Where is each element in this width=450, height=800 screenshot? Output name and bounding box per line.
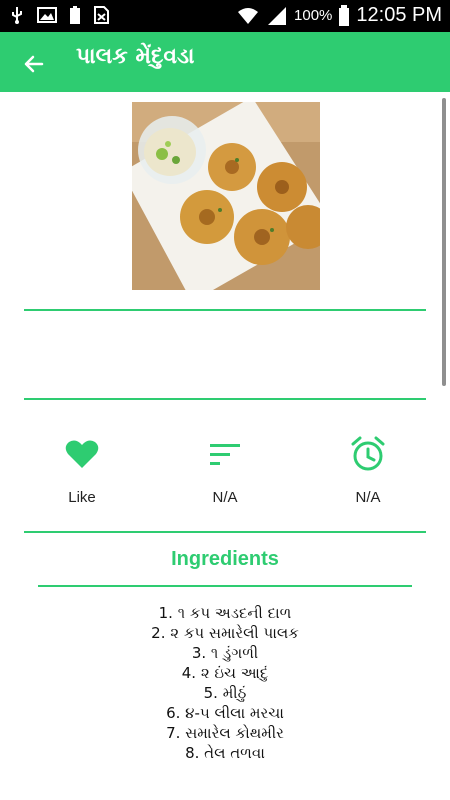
divider-mid (24, 398, 426, 400)
battery-small-icon (70, 6, 80, 24)
actions-row: Like N/A N/A (0, 432, 450, 522)
back-arrow-icon[interactable] (22, 52, 46, 76)
list-item: 4. ૨ ઇંચ આદું (181, 664, 269, 682)
list-item: 8. તેલ તળવા (185, 744, 265, 762)
battery-icon (339, 4, 350, 26)
list-item: 3. ૧ ડુંગળી (191, 644, 259, 662)
no-sim-icon (94, 6, 109, 24)
status-bar: 100% 12:05 PM (0, 0, 450, 32)
status-left-icons (8, 5, 110, 25)
image-icon (37, 7, 57, 23)
app-bar: પાલક મેંદુવડા (0, 32, 450, 92)
divider-top (24, 309, 426, 311)
ingredients-list: 1. ૧ કપ અડદની દાળ 2. ૨ કપ સમારેલી પાલક 3… (0, 603, 450, 763)
battery-percent: 100% (294, 7, 333, 24)
signal-icon (268, 6, 287, 25)
divider-actions (24, 531, 426, 533)
list-item: 7. સમારેલ કોથમીર (166, 724, 284, 742)
page-title: પાલક મેંદુવડા (76, 44, 195, 69)
recipe-image (132, 102, 320, 290)
sort-button[interactable]: N/A (165, 432, 285, 506)
usb-icon (12, 7, 22, 24)
alarm-icon (351, 436, 385, 471)
list-item: 1. ૧ કપ અડદની દાળ (158, 604, 292, 622)
like-button[interactable]: Like (22, 432, 142, 506)
divider-ingredients (38, 585, 412, 587)
heart-icon (65, 440, 99, 468)
clock: 12:05 PM (356, 4, 442, 26)
sort-icon (210, 444, 240, 465)
ingredients-title: Ingredients (171, 548, 279, 570)
alarm-label: N/A (355, 489, 381, 506)
scrollbar[interactable] (442, 98, 446, 386)
list-item: 2. ૨ કપ સમારેલી પાલક (151, 624, 299, 642)
list-item: 6. ૪-૫ લીલા મરચા (166, 704, 284, 722)
list-item: 5. મીઠું (203, 684, 247, 702)
like-label: Like (68, 489, 96, 506)
status-right: 100% 12:05 PM (236, 4, 442, 27)
wifi-icon (238, 7, 259, 24)
sort-label: N/A (212, 489, 238, 506)
alarm-button[interactable]: N/A (308, 432, 428, 506)
